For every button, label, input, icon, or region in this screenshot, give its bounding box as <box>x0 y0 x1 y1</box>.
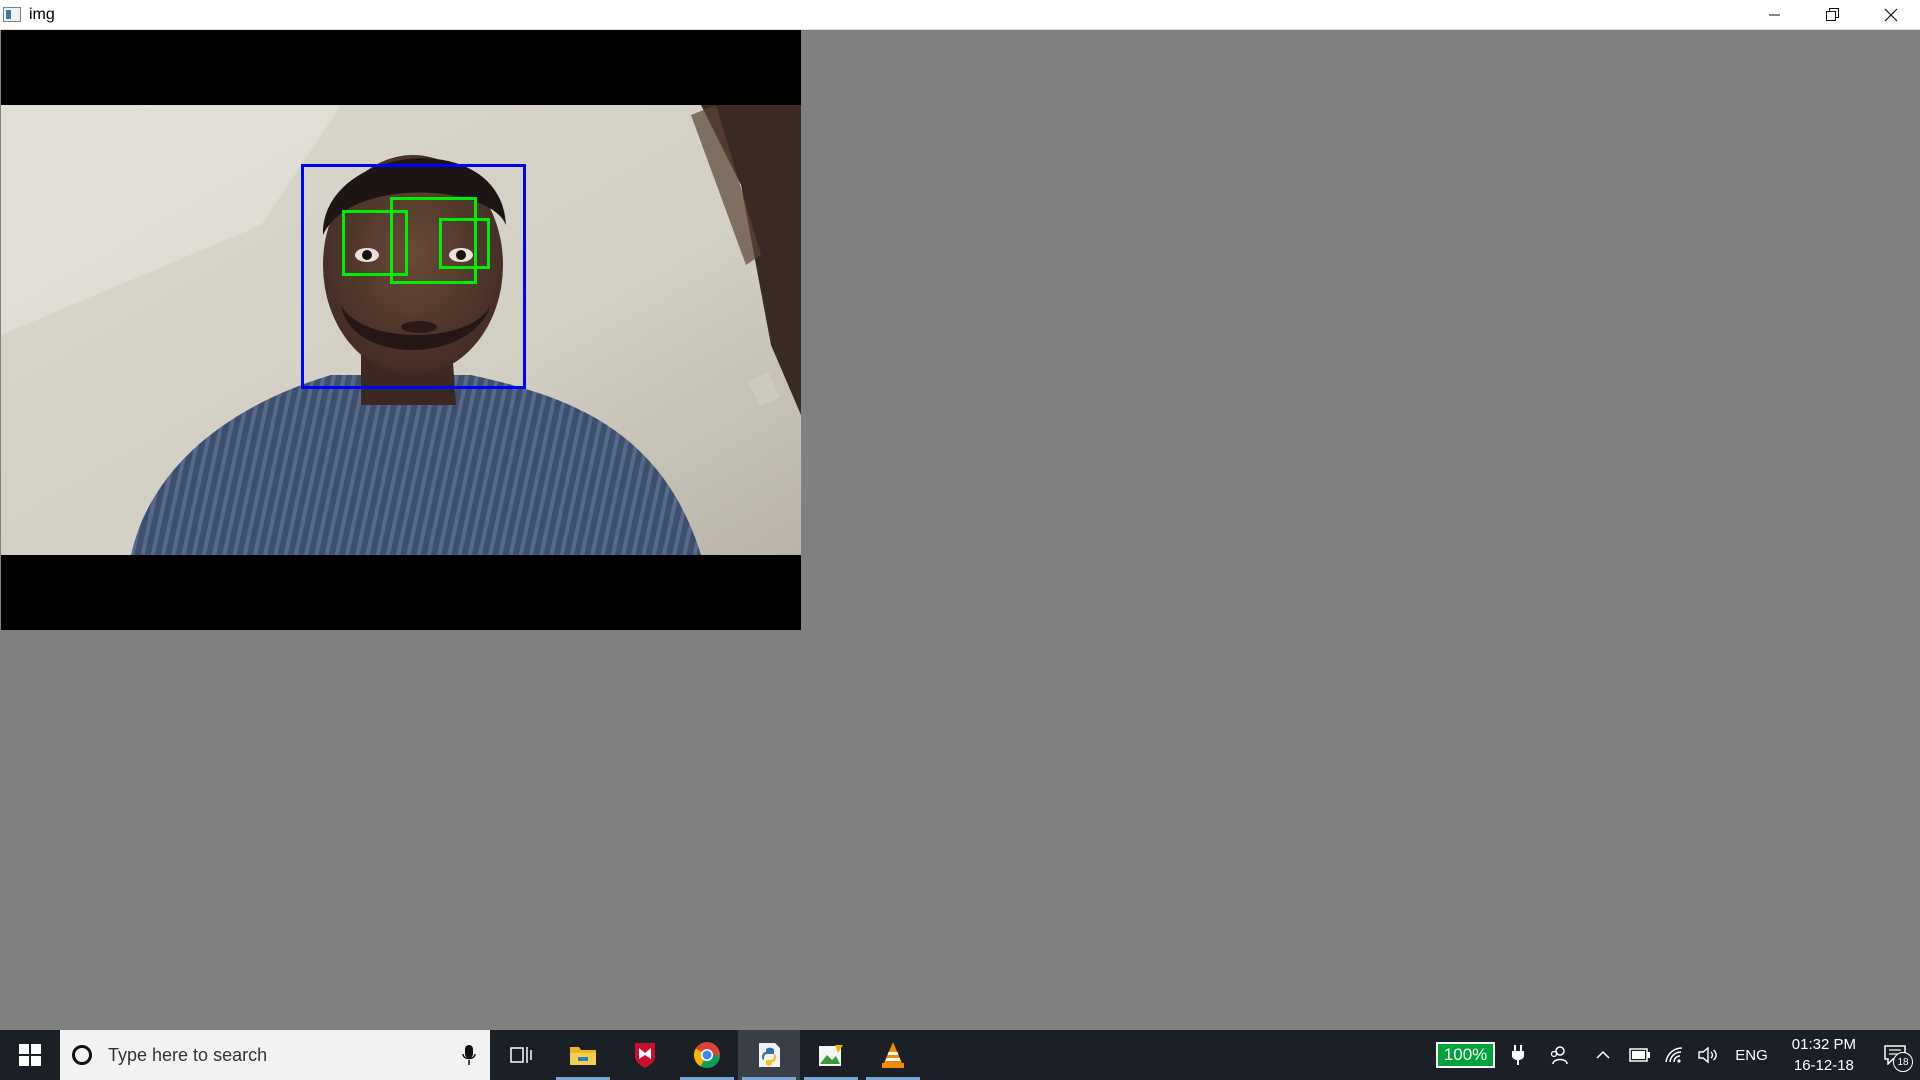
people-icon <box>1551 1046 1569 1065</box>
volume-button[interactable] <box>1691 1030 1725 1080</box>
system-tray: 100% ENG 01:32 PM 16-12-18 18 <box>1435 1030 1920 1080</box>
image-window-canvas <box>0 30 1920 1030</box>
power-plug-button[interactable] <box>1501 1030 1535 1080</box>
microphone-icon[interactable] <box>462 1044 476 1066</box>
search-input[interactable] <box>106 1043 440 1067</box>
window-title: img <box>29 5 55 23</box>
windows-taskbar: 100% <box>0 1030 1920 1080</box>
battery-icon <box>1629 1048 1651 1062</box>
wifi-icon <box>1665 1047 1683 1063</box>
image-viewer-icon <box>819 1045 843 1066</box>
minimize-icon <box>1769 14 1780 16</box>
file-explorer-icon <box>570 1047 596 1065</box>
window-controls <box>1746 0 1920 30</box>
action-center-button[interactable]: 18 <box>1870 1030 1920 1080</box>
taskbar-mcafee[interactable] <box>614 1030 676 1080</box>
taskbar-search[interactable] <box>60 1030 490 1080</box>
cortana-icon <box>72 1045 92 1065</box>
video-frame <box>1 30 801 630</box>
taskbar-vlc[interactable] <box>862 1030 924 1080</box>
task-view-icon <box>510 1047 532 1063</box>
clock-time: 01:32 PM <box>1791 1036 1856 1053</box>
app-window-icon <box>3 7 21 22</box>
notification-count-badge: 18 <box>1893 1052 1913 1072</box>
task-view-button[interactable] <box>490 1030 552 1080</box>
chrome-icon <box>693 1042 721 1069</box>
chevron-up-icon <box>1596 1050 1610 1059</box>
input-language-indicator[interactable]: ENG <box>1735 1047 1768 1064</box>
windows-logo-icon <box>19 1044 41 1066</box>
window-title-bar[interactable]: img <box>0 0 1920 30</box>
people-button[interactable] <box>1535 1030 1583 1080</box>
mcafee-icon <box>635 1043 655 1068</box>
battery-button[interactable] <box>1623 1030 1657 1080</box>
taskbar-chrome[interactable] <box>676 1030 738 1080</box>
taskbar-file-explorer[interactable] <box>552 1030 614 1080</box>
close-button[interactable] <box>1862 0 1920 30</box>
eye-detection-box <box>439 218 490 269</box>
clock[interactable]: 01:32 PM 16-12-18 <box>1792 1034 1856 1076</box>
restore-icon <box>1826 8 1839 21</box>
battery-percent-badge[interactable]: 100% <box>1435 1042 1496 1068</box>
python-icon <box>759 1043 780 1067</box>
minimize-button[interactable] <box>1746 0 1804 30</box>
restore-button[interactable] <box>1804 0 1862 30</box>
start-button[interactable] <box>0 1030 60 1080</box>
clock-date: 16-12-18 <box>1793 1057 1854 1074</box>
vlc-icon <box>882 1042 904 1068</box>
volume-icon <box>1698 1046 1718 1064</box>
power-plug-icon <box>1512 1045 1525 1065</box>
taskbar-python[interactable] <box>738 1030 800 1080</box>
network-button[interactable] <box>1657 1030 1691 1080</box>
taskbar-image-viewer[interactable] <box>800 1030 862 1080</box>
close-icon <box>1884 8 1898 22</box>
show-hidden-icons-button[interactable] <box>1583 1030 1623 1080</box>
